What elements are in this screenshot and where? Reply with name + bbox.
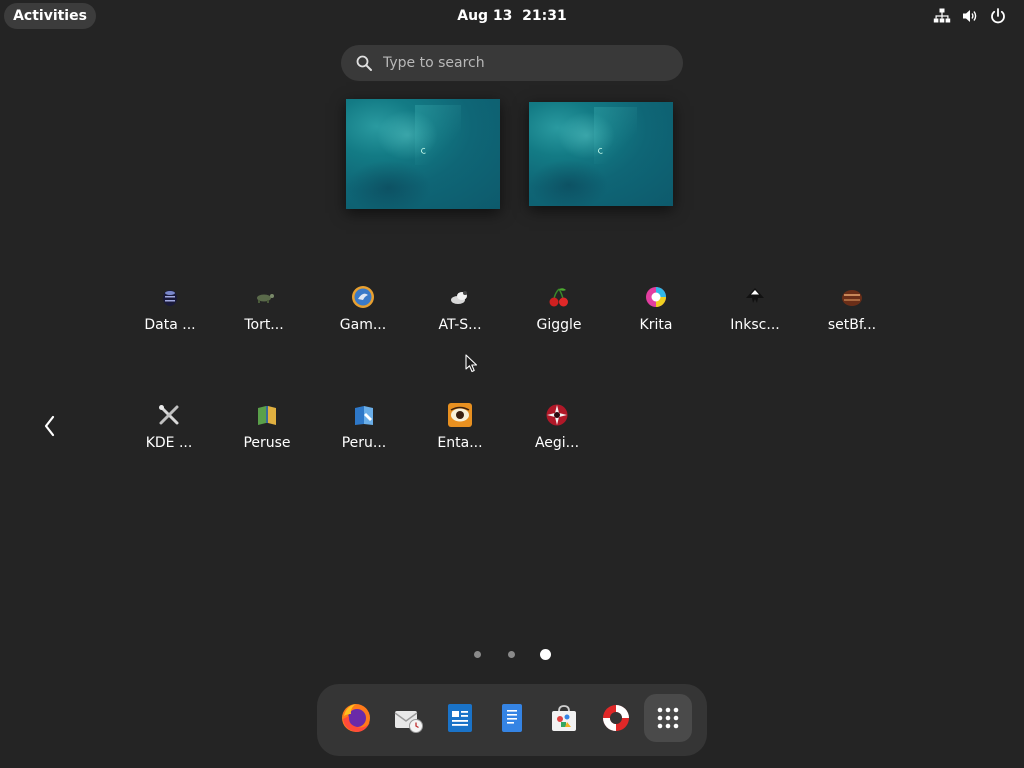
app-label: Giggle [536, 317, 582, 333]
workspace-thumbnail-1[interactable] [346, 99, 500, 209]
network-icon[interactable] [933, 7, 951, 25]
top-bar: Activities Aug 13 21:31 [0, 0, 1024, 32]
text-editor-icon [502, 704, 522, 732]
krita-icon [646, 287, 666, 307]
tools-icon [159, 405, 179, 425]
dash-help[interactable] [592, 694, 640, 742]
page-indicator-1[interactable] [474, 651, 481, 658]
app-setbf[interactable]: setBf... [807, 283, 897, 353]
mail-clock-icon [394, 711, 423, 733]
app-aegisub[interactable]: Aegi... [512, 401, 602, 471]
lifebuoy-icon [603, 705, 629, 731]
peruse-icon [258, 406, 276, 425]
dash-text-editor[interactable] [488, 694, 536, 742]
chevron-left-icon[interactable] [40, 412, 60, 440]
app-label: Tort... [244, 317, 284, 333]
app-giggle[interactable]: Giggle [514, 283, 604, 353]
inkscape-icon [746, 288, 764, 303]
at-spi-icon [451, 291, 467, 304]
dash [317, 684, 707, 756]
page-indicator-3[interactable] [540, 649, 551, 660]
mouse-pointer-icon [465, 354, 478, 373]
app-label: Peruse [243, 435, 291, 451]
app-label: AT-S... [438, 317, 482, 333]
app-label: Data ... [144, 317, 196, 333]
app-peruse-creator[interactable]: Peru... [319, 401, 409, 471]
workspace-thumbnail-2[interactable] [529, 102, 673, 206]
setbf-icon [842, 290, 862, 306]
app-game[interactable]: Gam... [318, 283, 408, 353]
debian-swirl-icon [598, 147, 603, 154]
volume-icon[interactable] [961, 7, 979, 25]
dash-writer[interactable] [436, 694, 484, 742]
aegisub-icon [546, 404, 568, 426]
app-inkscape[interactable]: Inksc... [710, 283, 800, 353]
writer-icon [448, 704, 472, 732]
page-indicator-2[interactable] [508, 651, 515, 658]
app-label: Aegi... [534, 435, 580, 451]
app-label: Enta... [437, 435, 483, 451]
software-bag-icon [552, 705, 576, 731]
app-label: Inksc... [730, 317, 780, 333]
app-label: Peru... [341, 435, 387, 451]
app-data[interactable]: Data ... [125, 283, 215, 353]
power-icon[interactable] [989, 7, 1007, 25]
clock-date[interactable]: Aug 13 [457, 8, 512, 24]
app-krita[interactable]: Krita [611, 283, 701, 353]
clock-time[interactable]: 21:31 [522, 8, 567, 24]
peruse-creator-icon [355, 406, 373, 425]
app-entangle[interactable]: Enta... [415, 401, 505, 471]
dash-software[interactable] [540, 694, 588, 742]
debian-swirl-icon [421, 147, 426, 154]
dash-firefox[interactable] [332, 694, 380, 742]
tortoise-icon [257, 294, 274, 303]
clock: Aug 13 21:31 [0, 0, 1024, 32]
app-at-spi[interactable]: AT-S... [415, 283, 505, 353]
search-input[interactable] [383, 45, 663, 81]
show-apps-button[interactable] [644, 694, 692, 742]
app-label: KDE ... [145, 435, 193, 451]
app-grid-icon [657, 707, 679, 729]
app-peruse[interactable]: Peruse [222, 401, 312, 471]
data-icon [163, 290, 177, 306]
app-label: Krita [639, 317, 673, 333]
eye-icon [448, 403, 472, 427]
game-icon [352, 286, 374, 308]
activities-button[interactable]: Activities [4, 3, 96, 29]
firefox-icon [342, 704, 370, 732]
cherry-icon [549, 288, 568, 307]
app-tortoise[interactable]: Tort... [219, 283, 309, 353]
search-bar[interactable] [341, 45, 683, 81]
app-kde[interactable]: KDE ... [124, 401, 214, 471]
app-label: Gam... [339, 317, 387, 333]
dash-evolution[interactable] [384, 694, 432, 742]
app-label: setBf... [827, 317, 877, 333]
search-icon [356, 55, 372, 71]
